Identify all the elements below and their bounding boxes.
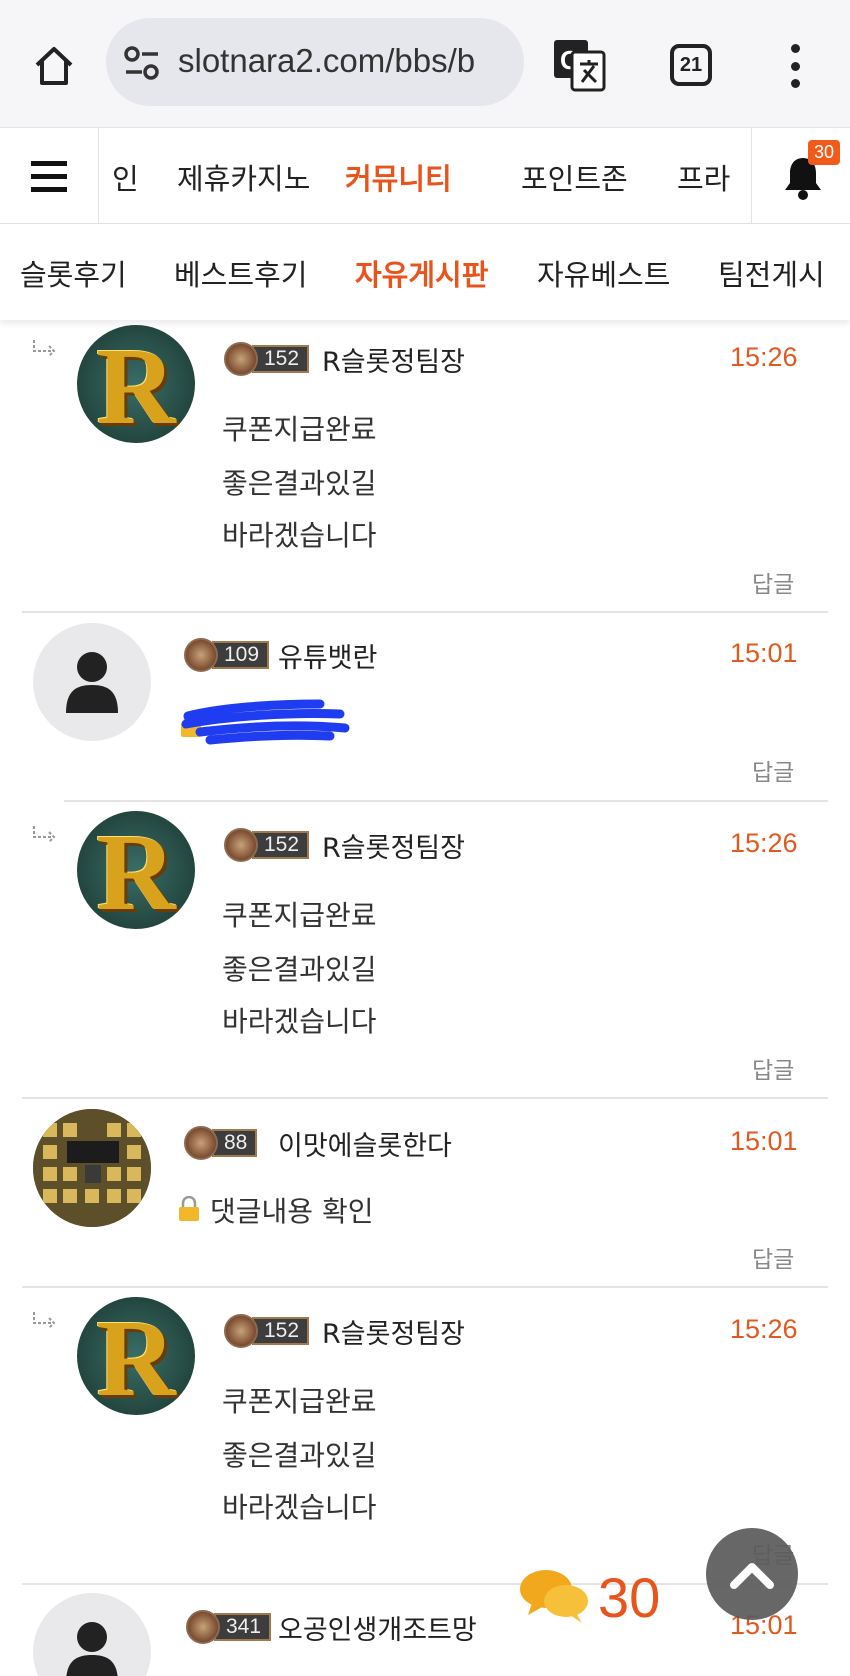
sub-tab-free-board[interactable]: 자유게시판 (355, 252, 488, 294)
comment-count-float[interactable]: 30 (518, 1557, 678, 1647)
reply-button[interactable]: 답글 (752, 1240, 794, 1274)
comment-username[interactable]: 유튜뱃란 (278, 636, 377, 675)
site-main-nav: 인 제휴카지노 커뮤니티 포인트존 프라 30 (0, 127, 850, 224)
scroll-top-button[interactable] (706, 1528, 798, 1620)
avatar[interactable] (33, 1593, 151, 1676)
avatar[interactable] (33, 623, 151, 741)
url-text[interactable]: slotnara2.com/bbs/b (178, 42, 475, 80)
main-tab-partner-casino[interactable]: 제휴카지노 (177, 156, 310, 198)
comment-count: 30 (598, 1566, 661, 1629)
avatar[interactable] (33, 1109, 151, 1227)
chevron-up-icon (730, 1563, 774, 1589)
comment-time: 15:26 (730, 342, 798, 372)
level-badge: 341 (186, 1610, 272, 1644)
tab-switcher-icon[interactable]: 21 (670, 44, 712, 86)
avatar[interactable]: R (77, 811, 195, 929)
comment-username[interactable]: R슬롯정팀장 (322, 826, 465, 865)
notification-badge: 30 (808, 140, 841, 165)
level-badge: 88 (184, 1126, 258, 1160)
main-tab-login[interactable]: 인 (112, 156, 139, 198)
sub-nav: 슬롯후기 베스트후기 자유게시판 자유베스트 팀전게시 (0, 224, 850, 320)
comment-username[interactable]: 오공인생개조트망 (278, 1608, 477, 1647)
comment-username[interactable]: R슬롯정팀장 (322, 340, 465, 379)
comment-time: 15:26 (730, 828, 798, 858)
redaction-scribble (181, 699, 350, 745)
divider (64, 800, 828, 802)
level-badge: 109 (184, 638, 270, 672)
main-tabs: 인 제휴카지노 커뮤니티 포인트존 프라 (99, 128, 751, 224)
comment-text-line[interactable]: 댓글내용 확인 (210, 1190, 373, 1230)
level-badge: 152 (224, 342, 310, 376)
comment-time: 15:26 (730, 1314, 798, 1344)
sub-tab-slot-reviews[interactable]: 슬롯후기 (20, 252, 127, 294)
lock-icon (179, 1196, 199, 1221)
comment-text-line: 바라겠습니다 (222, 1491, 377, 1524)
comment-list: R 152 R슬롯정팀장 15:26 쿠폰지급완료 좋은결과있길 바라겠습니다 … (0, 320, 850, 1676)
comment-username[interactable]: 이맛에슬롯한다 (278, 1124, 452, 1163)
comment-text-line: 좋은결과있길 (222, 953, 377, 986)
more-menu-icon[interactable] (780, 40, 810, 92)
address-bar[interactable]: slotnara2.com/bbs/b (106, 18, 524, 106)
notifications-button[interactable]: 30 (751, 128, 850, 224)
divider (22, 1097, 828, 1099)
comment-text-line: 쿠폰지급완료 (222, 899, 377, 932)
translate-icon[interactable]: G (552, 38, 606, 92)
comment-text-line: 쿠폰지급완료 (222, 1385, 377, 1418)
comment-text-line: 좋은결과있길 (222, 1439, 377, 1472)
reply-button[interactable]: 답글 (752, 753, 794, 787)
sub-tab-free-best[interactable]: 자유베스트 (537, 252, 670, 294)
avatar[interactable]: R (77, 1297, 195, 1415)
reply-button[interactable]: 답글 (752, 1051, 794, 1085)
comment-text-line: 바라겠습니다 (222, 1005, 377, 1038)
comment-time: 15:01 (730, 1126, 798, 1156)
site-settings-icon[interactable] (124, 46, 164, 80)
level-badge: 152 (224, 1314, 310, 1348)
divider (22, 1286, 828, 1288)
comment-username[interactable]: R슬롯정팀장 (322, 1312, 465, 1351)
home-icon[interactable] (26, 38, 82, 94)
main-tab-point-zone[interactable]: 포인트존 (521, 156, 628, 198)
user-silhouette-icon (66, 652, 118, 713)
reply-arrow-icon (33, 1312, 56, 1329)
sub-tab-team-board[interactable]: 팀전게시 (718, 252, 825, 294)
sub-tab-best-reviews[interactable]: 베스트후기 (174, 252, 307, 294)
divider (22, 611, 828, 613)
comment-text-line: 바라겠습니다 (222, 519, 377, 552)
comment-bubbles-icon (520, 1570, 588, 1623)
comment-time: 15:01 (730, 638, 798, 668)
hamburger-icon[interactable] (0, 128, 99, 224)
user-silhouette-icon (66, 1622, 118, 1676)
reply-button[interactable]: 답글 (752, 565, 794, 599)
main-tab-free[interactable]: 프라 (677, 156, 730, 198)
avatar[interactable]: R (77, 325, 195, 443)
reply-arrow-icon (33, 826, 56, 843)
reply-arrow-icon (33, 340, 56, 357)
browser-toolbar: slotnara2.com/bbs/b G 21 (0, 0, 850, 127)
comment-text-line: 쿠폰지급완료 (222, 413, 377, 446)
comment-text-line: 좋은결과있길 (222, 467, 377, 500)
main-tab-community[interactable]: 커뮤니티 (345, 156, 452, 198)
level-badge: 152 (224, 828, 310, 862)
